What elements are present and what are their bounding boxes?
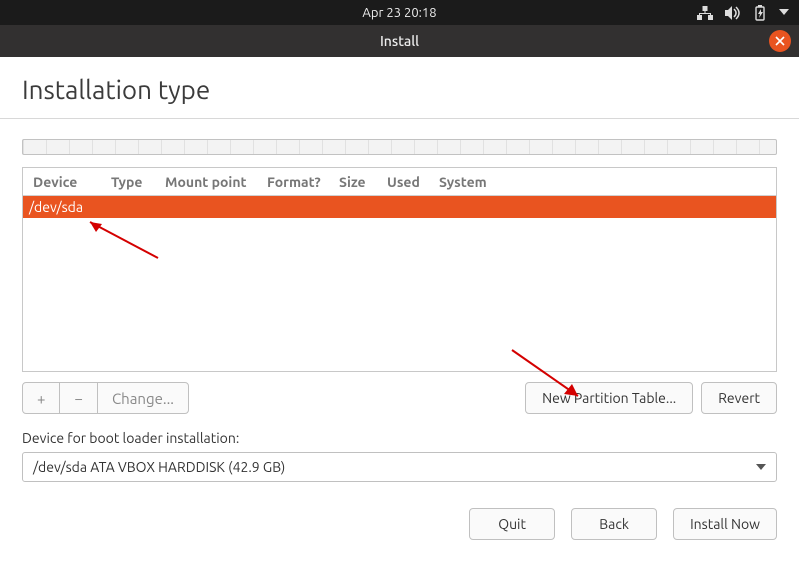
gnome-top-bar: Apr 23 20:18 [0,0,799,25]
wizard-footer: Quit Back Install Now [22,508,777,540]
system-tray[interactable] [697,0,789,25]
install-now-button[interactable]: Install Now [673,508,777,540]
toolbar-left: + − Change... [22,382,189,414]
revert-button[interactable]: Revert [701,382,777,414]
clock-text: Apr 23 20:18 [362,6,436,20]
toolbar-right: New Partition Table... Revert [517,382,777,414]
bootloader-label: Device for boot loader installation: [22,430,777,446]
col-mount[interactable]: Mount point [155,174,257,190]
segmented-buttons: + − Change... [22,382,189,414]
remove-partition-button[interactable]: − [60,383,97,413]
col-used[interactable]: Used [377,174,429,190]
window-titlebar: Install [0,25,799,57]
separator [0,118,799,119]
change-partition-button[interactable]: Change... [98,383,188,413]
quit-button[interactable]: Quit [469,508,555,540]
main-content: Installation type Device Type Mount poin… [0,57,799,540]
col-type[interactable]: Type [101,174,155,190]
col-system[interactable]: System [429,174,776,190]
table-toolbar: + − Change... New Partition Table... Rev… [22,382,777,414]
battery-icon[interactable] [753,5,767,21]
disk-usage-bar [22,139,777,155]
tray-menu-chevron-icon[interactable] [779,9,789,17]
network-icon[interactable] [697,6,713,20]
table-row[interactable]: /dev/sda [23,196,776,218]
window-title: Install [380,33,419,49]
back-button[interactable]: Back [571,508,657,540]
bootloader-selected: /dev/sda ATA VBOX HARDDISK (42.9 GB) [33,459,285,475]
col-device[interactable]: Device [23,174,101,190]
volume-icon[interactable] [725,6,741,20]
close-icon [775,36,785,46]
col-format[interactable]: Format? [257,174,329,190]
cell-device: /dev/sda [23,199,89,215]
bootloader-device-select[interactable]: /dev/sda ATA VBOX HARDDISK (42.9 GB) [22,452,777,482]
window-close-button[interactable] [769,30,791,52]
col-size[interactable]: Size [329,174,377,190]
partition-table: Device Type Mount point Format? Size Use… [22,167,777,372]
partition-table-header: Device Type Mount point Format? Size Use… [23,168,776,196]
chevron-down-icon [756,459,766,475]
add-partition-button[interactable]: + [23,383,60,413]
new-partition-table-button[interactable]: New Partition Table... [525,382,693,414]
page-title: Installation type [22,75,777,104]
